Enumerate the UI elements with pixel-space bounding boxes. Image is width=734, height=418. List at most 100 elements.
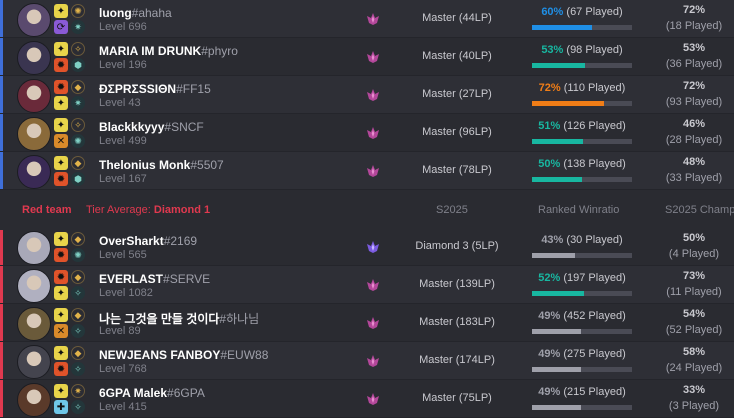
summoner-name[interactable]: luong xyxy=(99,6,132,20)
rank-text: Master (78LP) xyxy=(422,164,492,176)
red-team-player-row[interactable]: ✹ ✦ ◆ ✧ EVERLAST#SERVE Level 1082 Master (139L… xyxy=(0,266,734,304)
winrate-bar xyxy=(532,291,632,296)
flash-spell-icon[interactable]: ✦ xyxy=(54,346,68,360)
column-champ-winratio-header[interactable]: S2025 Champ xyxy=(665,204,734,216)
blue-team-player-row[interactable]: ✹ ✦ ◆ ✷ ĐΣPRΣSSIΘN#FF15 Level 43 Master (27LP)… xyxy=(0,76,734,114)
inspiration-rune-icon[interactable]: ✺ xyxy=(71,4,85,18)
resolve-rune-icon[interactable]: ⬢ xyxy=(71,172,85,186)
master-rank-icon xyxy=(367,279,379,291)
summoner-level: Level 499 xyxy=(99,135,147,147)
player-name[interactable]: ĐΣPRΣSSIΘN#FF15 xyxy=(99,82,211,96)
master-rank-icon xyxy=(367,355,379,367)
champion-portrait[interactable] xyxy=(17,155,51,189)
ranked-winrate: 72% (110 Played) xyxy=(532,82,632,94)
winrate-percent: 50% xyxy=(538,158,561,170)
ignite-spell-icon[interactable]: ✹ xyxy=(54,362,68,376)
champion-portrait[interactable] xyxy=(17,3,51,37)
player-name[interactable]: MARIA IM DRUNK#phyro xyxy=(99,44,238,58)
flash-spell-icon[interactable]: ✦ xyxy=(54,156,68,170)
precision-rune-icon[interactable]: ✧ xyxy=(71,400,85,414)
red-team-header: Red team Tier Average: Diamond 1 S2025 R… xyxy=(0,190,734,230)
blue-team-player-row[interactable]: ✦ ✹ ✧ ⬢ MARIA IM DRUNK#phyro Level 196 Master … xyxy=(0,38,734,76)
domination-rune-icon[interactable]: ◆ xyxy=(71,232,85,246)
champion-portrait[interactable] xyxy=(17,345,51,379)
precision-rune-icon[interactable]: ✧ xyxy=(71,362,85,376)
ignite-spell-icon[interactable]: ✹ xyxy=(54,248,68,262)
player-name[interactable]: OverSharkt#2169 xyxy=(99,234,197,248)
winrate-bar xyxy=(532,177,632,182)
domination-rune-icon[interactable]: ◆ xyxy=(71,308,85,322)
precision-rune-icon[interactable]: ✧ xyxy=(71,324,85,338)
champion-portrait[interactable] xyxy=(17,79,51,113)
precision-rune-icon[interactable]: ✧ xyxy=(71,118,85,132)
summoner-spells: ✦ ✕ xyxy=(54,308,70,340)
inspiration-rune-icon[interactable]: ✺ xyxy=(71,134,85,148)
summoner-name[interactable]: 6GPA Malek xyxy=(99,386,167,400)
cleanse-spell-icon[interactable]: ✚ xyxy=(54,400,68,414)
red-team-player-row[interactable]: ✦ ✕ ◆ ✧ 나는 그것을 만들 것이다#하나님 Level 89 Master (183… xyxy=(0,304,734,342)
player-name[interactable]: luong#ahaha xyxy=(99,6,172,20)
player-name[interactable]: Thelonius Monk#5507 xyxy=(99,158,224,172)
flash-spell-icon[interactable]: ✦ xyxy=(54,384,68,398)
sorcery-rune-icon[interactable]: ✷ xyxy=(71,384,85,398)
red-team-player-row[interactable]: ✦ ✹ ◆ ✺ OverSharkt#2169 Level 565 Diamond 3 (5… xyxy=(0,228,734,266)
ignite-spell-icon[interactable]: ✹ xyxy=(54,58,68,72)
summoner-level: Level 89 xyxy=(99,325,141,337)
champion-portrait[interactable] xyxy=(17,269,51,303)
winrate-bar xyxy=(532,139,632,144)
flash-spell-icon[interactable]: ✦ xyxy=(54,308,68,322)
champion-portrait[interactable] xyxy=(17,117,51,151)
ignite-spell-icon[interactable]: ✹ xyxy=(54,172,68,186)
winrate-bar-fill xyxy=(532,405,581,410)
domination-rune-icon[interactable]: ◆ xyxy=(71,156,85,170)
inspiration-rune-icon[interactable]: ✺ xyxy=(71,248,85,262)
summoner-name[interactable]: EVERLAST xyxy=(99,272,163,286)
red-team-player-row[interactable]: ✦ ✚ ✷ ✧ 6GPA Malek#6GPA Level 415 Master (75LP… xyxy=(0,380,734,418)
teleport-spell-icon[interactable]: ⟳ xyxy=(54,20,68,34)
resolve-rune-icon[interactable]: ⬢ xyxy=(71,58,85,72)
precision-rune-icon[interactable]: ✧ xyxy=(71,286,85,300)
team-color-stripe xyxy=(0,228,3,266)
flash-spell-icon[interactable]: ✦ xyxy=(54,118,68,132)
player-name[interactable]: NEWJEANS FANBOY#EUW88 xyxy=(99,348,268,362)
domination-rune-icon[interactable]: ◆ xyxy=(71,346,85,360)
flash-spell-icon[interactable]: ✦ xyxy=(54,232,68,246)
player-name[interactable]: Blackkkyyy#SNCF xyxy=(99,120,204,134)
champion-portrait[interactable] xyxy=(17,307,51,341)
red-team-player-row[interactable]: ✦ ✹ ◆ ✧ NEWJEANS FANBOY#EUW88 Level 768 Master… xyxy=(0,342,734,380)
flash-spell-icon[interactable]: ✦ xyxy=(54,4,68,18)
ignite-spell-icon[interactable]: ✹ xyxy=(54,80,68,94)
summoner-name[interactable]: OverSharkt xyxy=(99,234,164,248)
blue-team-player-row[interactable]: ✦ ✹ ◆ ⬢ Thelonius Monk#5507 Level 167 Master (… xyxy=(0,152,734,190)
player-name[interactable]: 6GPA Malek#6GPA xyxy=(99,386,205,400)
column-ranked-winratio-header[interactable]: Ranked Winratio xyxy=(538,204,619,216)
summoner-name[interactable]: NEWJEANS FANBOY xyxy=(99,348,220,362)
team-color-stripe xyxy=(0,38,3,76)
ignite-spell-icon[interactable]: ✹ xyxy=(54,270,68,284)
blue-team-player-row[interactable]: ✦ ✕ ✧ ✺ Blackkkyyy#SNCF Level 499 Master (96LP… xyxy=(0,114,734,152)
summoner-name[interactable]: 나는 그것을 만들 것이다 xyxy=(99,312,219,326)
flash-spell-icon[interactable]: ✦ xyxy=(54,96,68,110)
summoner-name[interactable]: ĐΣPRΣSSIΘN xyxy=(99,82,176,96)
sorcery-rune-icon[interactable]: ✷ xyxy=(71,96,85,110)
domination-rune-icon[interactable]: ◆ xyxy=(71,80,85,94)
champion-portrait[interactable] xyxy=(17,41,51,75)
flash-spell-icon[interactable]: ✦ xyxy=(54,286,68,300)
summoner-name[interactable]: Blackkkyyy xyxy=(99,120,164,134)
runes: ◆ ✺ xyxy=(71,232,87,264)
champion-portrait[interactable] xyxy=(17,383,51,417)
exhaust-spell-icon[interactable]: ✕ xyxy=(54,324,68,338)
tier-average-prefix: Tier Average: xyxy=(86,204,151,216)
exhaust-spell-icon[interactable]: ✕ xyxy=(54,134,68,148)
sorcery-rune-icon[interactable]: ✷ xyxy=(71,20,85,34)
summoner-name[interactable]: Thelonius Monk xyxy=(99,158,190,172)
summoner-name[interactable]: MARIA IM DRUNK xyxy=(99,44,201,58)
flash-spell-icon[interactable]: ✦ xyxy=(54,42,68,56)
ranked-winrate: 51% (126 Played) xyxy=(532,120,632,132)
precision-rune-icon[interactable]: ✧ xyxy=(71,42,85,56)
column-season-header[interactable]: S2025 xyxy=(436,204,468,216)
player-name[interactable]: EVERLAST#SERVE xyxy=(99,272,210,286)
champion-portrait[interactable] xyxy=(17,231,51,265)
domination-rune-icon[interactable]: ◆ xyxy=(71,270,85,284)
blue-team-player-row[interactable]: ✦ ⟳ ✺ ✷ luong#ahaha Level 696 Master (44LP) 60%… xyxy=(0,0,734,38)
